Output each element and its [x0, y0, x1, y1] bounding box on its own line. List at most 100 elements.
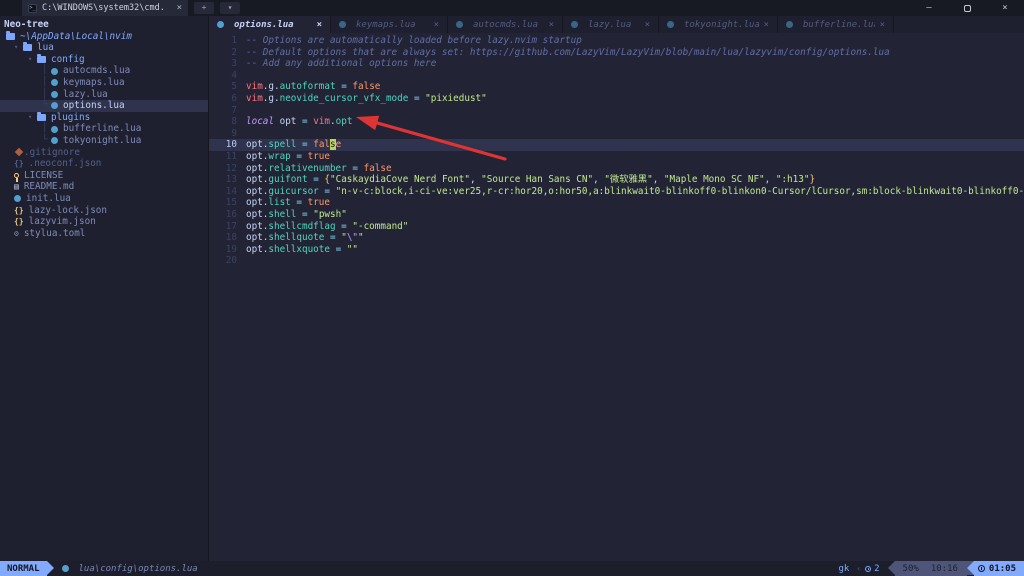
code-line-7[interactable]: 7	[209, 105, 1024, 117]
tree-item-lua[interactable]: ▾lua	[0, 42, 208, 54]
tree-item--appdata-local-nvim[interactable]: ~\AppData\Local\nvim	[0, 31, 208, 43]
tree-item-lazy-lock-json[interactable]: {}lazy-lock.json	[0, 205, 208, 217]
syntax-segment: ":h13"	[776, 174, 810, 185]
close-button[interactable]: ×	[986, 0, 1024, 16]
code-text: vim.g.neovide_cursor_vfx_mode = "pixiedu…	[237, 93, 487, 105]
terminal-tab[interactable]: >_ C:\WINDOWS\system32\cmd. ×	[22, 0, 188, 16]
tab-close-icon[interactable]: ×	[549, 20, 554, 30]
code-line-11[interactable]: 11opt.wrap = true	[209, 151, 1024, 163]
code-line-15[interactable]: 15opt.list = true	[209, 197, 1024, 209]
tree-item--gitignore[interactable]: .gitignore	[0, 147, 208, 159]
gear-icon: ⚙	[14, 228, 19, 240]
code-line-6[interactable]: 6vim.g.neovide_cursor_vfx_mode = "pixied…	[209, 93, 1024, 105]
tab-options-lua[interactable]: options.lua ×	[209, 16, 331, 33]
code-line-16[interactable]: 16opt.shell = "pwsh"	[209, 209, 1024, 221]
tree-item-plugins[interactable]: ▾plugins	[0, 112, 208, 124]
folder-icon	[37, 114, 46, 121]
tab-close-icon[interactable]: ×	[880, 20, 885, 30]
code-line-5[interactable]: 5vim.g.autoformat = false	[209, 81, 1024, 93]
syntax-segment: fal	[313, 139, 330, 150]
line-number: 2	[209, 47, 237, 59]
line-number: 14	[209, 186, 237, 198]
code-line-19[interactable]: 19opt.shellxquote = ""	[209, 244, 1024, 256]
code-line-10[interactable]: 10opt.spell = false	[209, 139, 1024, 151]
tree-item--neoconf-json[interactable]: {}.neoconf.json	[0, 158, 208, 170]
syntax-segment: "-command"	[352, 221, 408, 232]
tab-label: tokyonight.lua	[684, 20, 759, 30]
syntax-segment: guifont	[268, 174, 307, 185]
code-line-20[interactable]: 20	[209, 255, 1024, 267]
tab-close-icon[interactable]: ×	[317, 20, 322, 30]
tree-item-stylua-toml[interactable]: ⚙stylua.toml	[0, 228, 208, 240]
chevron-down-icon[interactable]: ▾	[14, 42, 23, 54]
tree-item-options-lua[interactable]: └options.lua	[0, 100, 208, 112]
tree-item-config[interactable]: ▾config	[0, 54, 208, 66]
code-line-17[interactable]: 17opt.shellcmdflag = "-command"	[209, 221, 1024, 233]
syntax-segment: vim	[313, 116, 330, 127]
code-line-3[interactable]: 3-- Add any additional options here	[209, 58, 1024, 70]
code-line-18[interactable]: 18opt.shellquote = "\""	[209, 232, 1024, 244]
tree-item-license[interactable]: LICENSE	[0, 170, 208, 182]
tab-dropdown-button[interactable]: ▾	[220, 2, 240, 14]
code-line-13[interactable]: 13opt.guifont = {"CaskaydiaCove Nerd Fon…	[209, 174, 1024, 186]
tree-item-readme-md[interactable]: ▤README.md	[0, 181, 208, 193]
git-icon	[15, 148, 23, 156]
tab-close-icon[interactable]: ×	[764, 20, 769, 30]
statusline-clock: 01:05	[974, 561, 1024, 576]
chevron-down-icon[interactable]: ▾	[28, 54, 37, 66]
indent-guide: └	[42, 135, 51, 147]
tab-tokyonight-lua[interactable]: tokyonight.lua ×	[659, 16, 778, 33]
code-line-14[interactable]: 14opt.guicursor = "n-v-c:block,i-ci-ve:v…	[209, 186, 1024, 198]
code-line-12[interactable]: 12opt.relativenumber = false	[209, 163, 1024, 175]
main-area: Neo-tree ~\AppData\Local\nvim▾lua▾config…	[0, 16, 1024, 561]
code-area[interactable]: 1-- Options are automatically loaded bef…	[209, 33, 1024, 561]
tab-bufferline-lua[interactable]: bufferline.lua×	[778, 16, 894, 33]
lazy-updates: 2	[865, 561, 879, 576]
tree-item-init-lua[interactable]: init.lua	[0, 193, 208, 205]
tree-item-lazyvim-json[interactable]: {}lazyvim.json	[0, 216, 208, 228]
tree-item-bufferline-lua[interactable]: │bufferline.lua	[0, 123, 208, 135]
line-number: 10	[209, 139, 237, 151]
minimize-button[interactable]: –	[910, 0, 948, 16]
code-line-8[interactable]: 8local opt = vim.opt	[209, 116, 1024, 128]
tree-item-lazy-lua[interactable]: │lazy.lua	[0, 89, 208, 101]
code-text: opt.guicursor = "n-v-c:block,i-ci-ve:ver…	[237, 186, 1024, 198]
terminal-tab-title: C:\WINDOWS\system32\cmd.	[42, 3, 172, 13]
line-number: 8	[209, 116, 237, 128]
syntax-segment: ""	[347, 244, 358, 255]
syntax-segment: autoformat	[280, 81, 336, 92]
code-line-2[interactable]: 2-- Default options that are always set:…	[209, 47, 1024, 59]
tree-item-label: tokyonight.lua	[63, 135, 141, 147]
tree-item-keymaps-lua[interactable]: │keymaps.lua	[0, 77, 208, 89]
tab-close-icon[interactable]: ×	[177, 3, 182, 13]
line-number: 7	[209, 105, 237, 117]
chevron-down-icon[interactable]: ▾	[28, 112, 37, 124]
lua-file-icon	[571, 21, 578, 28]
tab-close-icon[interactable]: ×	[645, 20, 650, 30]
syntax-segment: shell	[268, 209, 296, 220]
code-line-4[interactable]: 4	[209, 70, 1024, 82]
new-tab-button[interactable]: +	[194, 2, 214, 14]
plugin-icon	[865, 566, 871, 572]
tab-autocmds-lua[interactable]: autocmds.lua×	[448, 16, 563, 33]
tab-keymaps-lua[interactable]: keymaps.lua×	[331, 16, 448, 33]
tree-item-label: lazy-lock.json	[29, 205, 107, 217]
tab-label: options.lua	[234, 20, 312, 30]
syntax-segment: spell	[268, 139, 296, 150]
folder-icon	[23, 44, 32, 51]
code-text: opt.spell = false	[237, 139, 341, 151]
code-line-1[interactable]: 1-- Options are automatically loaded bef…	[209, 35, 1024, 47]
statusline-position: 50% 10:16	[895, 561, 967, 576]
maximize-button[interactable]	[948, 0, 986, 16]
indent-guide: │	[42, 89, 51, 101]
code-text: -- Options are automatically loaded befo…	[237, 35, 582, 47]
tree-item-autocmds-lua[interactable]: │autocmds.lua	[0, 65, 208, 77]
indent-guide: └	[42, 100, 51, 112]
lua-file-icon	[51, 68, 58, 75]
syntax-segment: opt.	[246, 209, 268, 220]
tree-item-tokyonight-lua[interactable]: └ tokyonight.lua	[0, 135, 208, 147]
syntax-segment: ,	[653, 174, 664, 185]
tab-lazy-lua[interactable]: lazy.lua×	[563, 16, 659, 33]
code-line-9[interactable]: 9	[209, 128, 1024, 140]
tab-close-icon[interactable]: ×	[434, 20, 439, 30]
